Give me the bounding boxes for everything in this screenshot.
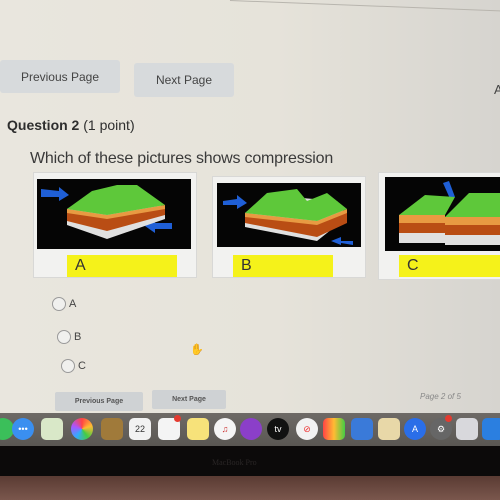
- option-b[interactable]: B: [57, 330, 81, 344]
- next-page-button-bottom[interactable]: Next Page: [152, 390, 226, 409]
- tv-label: tv: [274, 424, 282, 434]
- calendar-day: 22: [134, 424, 145, 434]
- truncated-text: A: [494, 82, 500, 97]
- picture-label-b: B: [233, 255, 333, 277]
- question-number: Question 2: [7, 117, 80, 133]
- option-a[interactable]: A: [52, 297, 76, 311]
- previous-page-button[interactable]: Previous Page: [0, 60, 120, 93]
- photos-icon[interactable]: [71, 418, 93, 440]
- maps-icon[interactable]: [41, 418, 63, 440]
- radio-button[interactable]: [61, 359, 75, 373]
- radio-button[interactable]: [52, 297, 66, 311]
- option-c[interactable]: C: [61, 359, 86, 373]
- previous-page-button-bottom[interactable]: Previous Page: [55, 392, 143, 411]
- question-title: Question 2 (1 point): [7, 117, 135, 133]
- calendar-icon[interactable]: 22: [129, 418, 151, 440]
- radio-button[interactable]: [57, 330, 71, 344]
- keynote-icon[interactable]: [351, 418, 373, 440]
- option-label: C: [78, 360, 86, 372]
- screen-edge-line: [229, 0, 500, 12]
- arrow-icon: [331, 237, 353, 245]
- option-label: B: [74, 331, 82, 343]
- picture-card-b: B: [212, 176, 366, 278]
- messages-icon[interactable]: •••: [12, 418, 34, 440]
- hand-cursor-icon: ✋: [190, 344, 204, 356]
- xcode-icon[interactable]: [482, 418, 500, 440]
- news-icon[interactable]: ⊘: [296, 418, 318, 440]
- compression-image: [37, 179, 191, 249]
- tension-image: [217, 183, 361, 247]
- picture-card-c: C: [378, 172, 500, 280]
- picture-card-a: A: [33, 172, 197, 278]
- page-indicator: Page 2 of 5: [420, 392, 461, 401]
- shear-image: [385, 177, 500, 251]
- laptop-body: [0, 476, 500, 500]
- arrow-icon: [223, 195, 247, 209]
- question-points: (1 point): [83, 117, 135, 133]
- apple-tv-icon[interactable]: tv: [267, 418, 289, 440]
- music-icon[interactable]: ♫: [214, 418, 236, 440]
- numbers-icon[interactable]: [323, 418, 345, 440]
- picture-label-a: A: [67, 255, 177, 277]
- fault-diagram: [399, 181, 500, 245]
- notes-brown-icon[interactable]: [101, 418, 123, 440]
- preview-icon[interactable]: [456, 418, 478, 440]
- notes-icon[interactable]: [187, 418, 209, 440]
- app-store-icon[interactable]: A: [404, 418, 426, 440]
- stretch-diagram: [223, 189, 353, 245]
- laptop-brand: MacBook Pro: [212, 458, 257, 467]
- pages-icon[interactable]: [378, 418, 400, 440]
- fold-diagram: [41, 185, 172, 239]
- option-label: A: [69, 298, 77, 310]
- podcasts-icon[interactable]: [240, 418, 262, 440]
- notification-badge: [445, 415, 452, 422]
- question-prompt: Which of these pictures shows compressio…: [30, 150, 334, 167]
- notification-badge: [174, 415, 181, 422]
- next-page-button[interactable]: Next Page: [134, 63, 234, 97]
- arrow-icon: [41, 187, 69, 201]
- picture-label-c: C: [399, 255, 500, 277]
